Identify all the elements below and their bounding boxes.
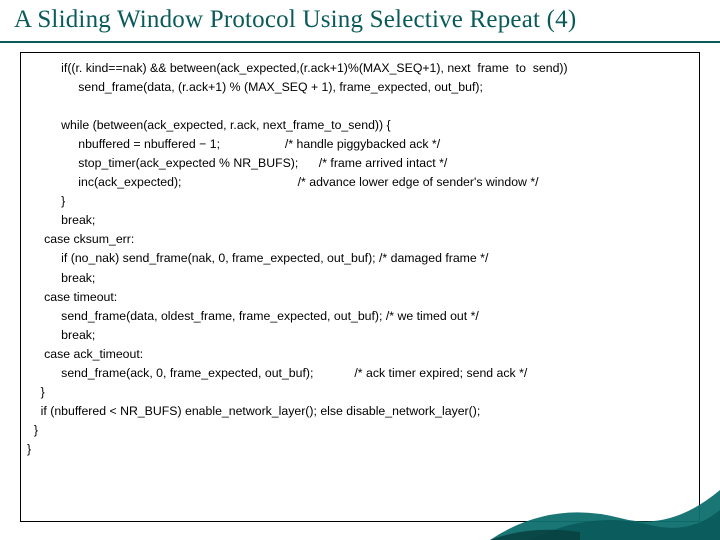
slide: A Sliding Window Protocol Using Selectiv… bbox=[0, 0, 720, 540]
code-container: if((r. kind==nak) && between(ack_expecte… bbox=[20, 52, 700, 522]
slide-title: A Sliding Window Protocol Using Selectiv… bbox=[14, 6, 706, 34]
code-block: if((r. kind==nak) && between(ack_expecte… bbox=[27, 59, 693, 459]
title-underline bbox=[0, 41, 720, 43]
